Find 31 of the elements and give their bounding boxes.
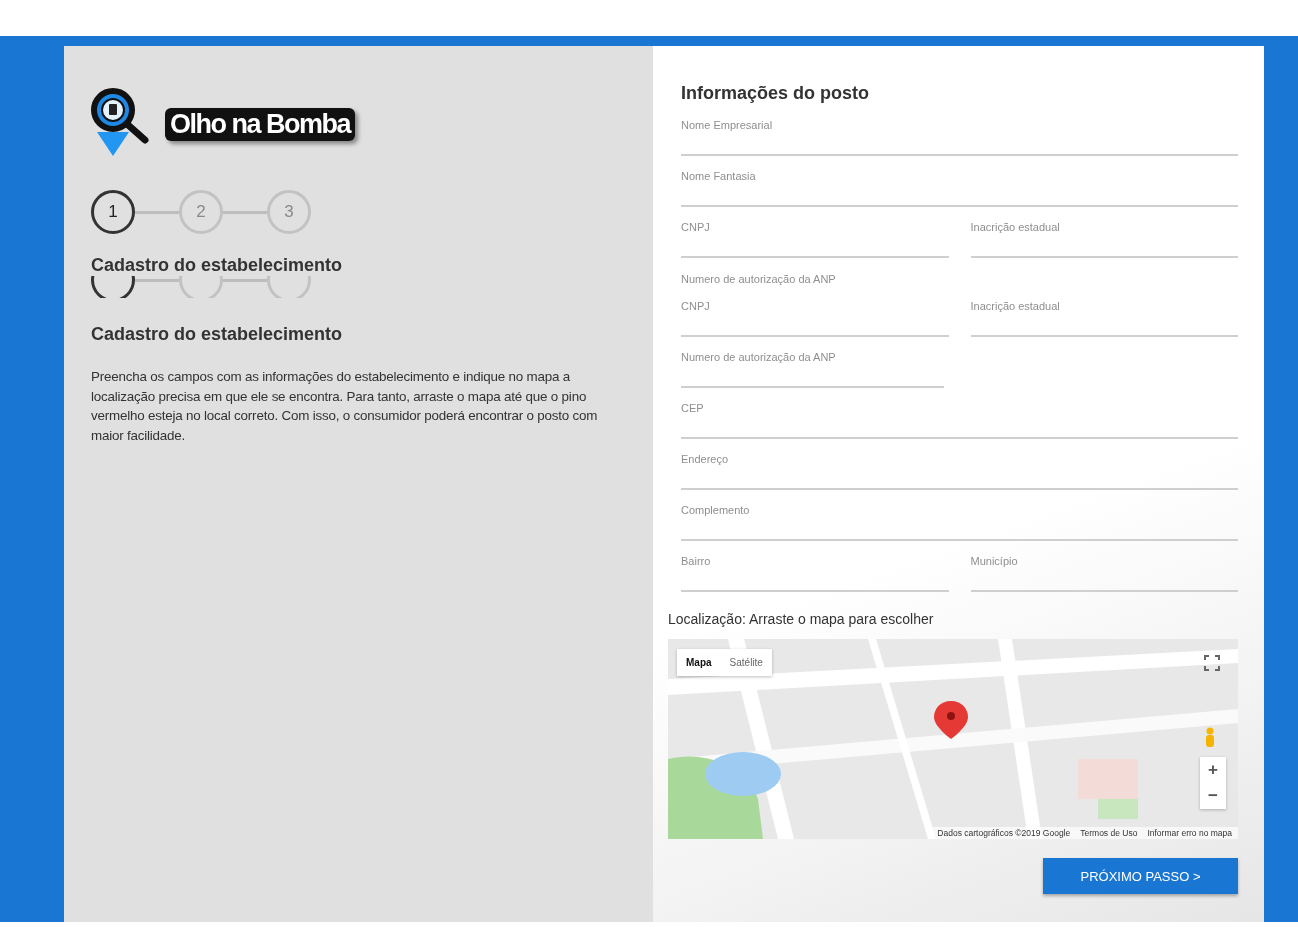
input-field[interactable]: Bairro bbox=[681, 552, 949, 592]
input-field[interactable]: Complemento bbox=[681, 501, 1238, 541]
input-field[interactable]: Numero de autorização da ANP bbox=[681, 269, 1238, 297]
section-title: Cadastro do estabelecimento bbox=[91, 254, 344, 276]
input-field[interactable]: Numero de autorização da ANP bbox=[681, 348, 944, 388]
attribution-link[interactable]: Termos de Uso bbox=[1080, 828, 1138, 838]
zoom-in-button[interactable]: + bbox=[1200, 757, 1226, 783]
input-field[interactable]: Inacrição estadual bbox=[970, 218, 1238, 258]
map-type-tab[interactable]: Mapa bbox=[677, 649, 721, 676]
description-text: Preencha os campos com as informações do estabelecimento e indique no mapa a localização precisa em que ele se encontra. Para tanto, arraste o mapa até que o pino vermelho esteja no local correto. Com isso, o consumidor poderá encontrar o posto com maior facilidade. bbox=[91, 368, 599, 445]
attribution-link[interactable]: Informar erro no mapa bbox=[1147, 828, 1232, 838]
attribution-link[interactable]: Dados cartográficos ©2019 Google bbox=[937, 828, 1071, 838]
map-type-tab[interactable]: Satélite bbox=[720, 649, 772, 676]
zoom-out-button[interactable]: − bbox=[1200, 783, 1226, 809]
fullscreen-icon[interactable] bbox=[1204, 655, 1220, 671]
input-field[interactable]: Endereço bbox=[681, 450, 1238, 490]
input-field[interactable]: Inacrição estadual bbox=[970, 297, 1238, 337]
section-title: Cadastro do estabelecimento bbox=[91, 323, 344, 345]
step-circle: 2 bbox=[179, 190, 223, 234]
logo-text: Olho na Bomba bbox=[165, 108, 355, 141]
input-field[interactable]: Nome Empresarial bbox=[681, 116, 1238, 156]
input-field[interactable]: CNPJ bbox=[681, 297, 949, 337]
input-field[interactable]: Município bbox=[970, 552, 1238, 592]
input-field[interactable]: CNPJ bbox=[681, 218, 949, 258]
step-circle: 3 bbox=[267, 190, 311, 234]
next-step-button[interactable]: PRÓXIMO PASSO > bbox=[1043, 858, 1238, 894]
input-field[interactable]: Nome Fantasia bbox=[681, 167, 1238, 207]
location-label: Localização: Arraste o mapa para escolher bbox=[668, 611, 935, 627]
form-title: Informações do posto bbox=[681, 82, 870, 104]
step-circle: 1 bbox=[91, 190, 135, 234]
input-field[interactable]: CEP bbox=[681, 399, 1238, 439]
